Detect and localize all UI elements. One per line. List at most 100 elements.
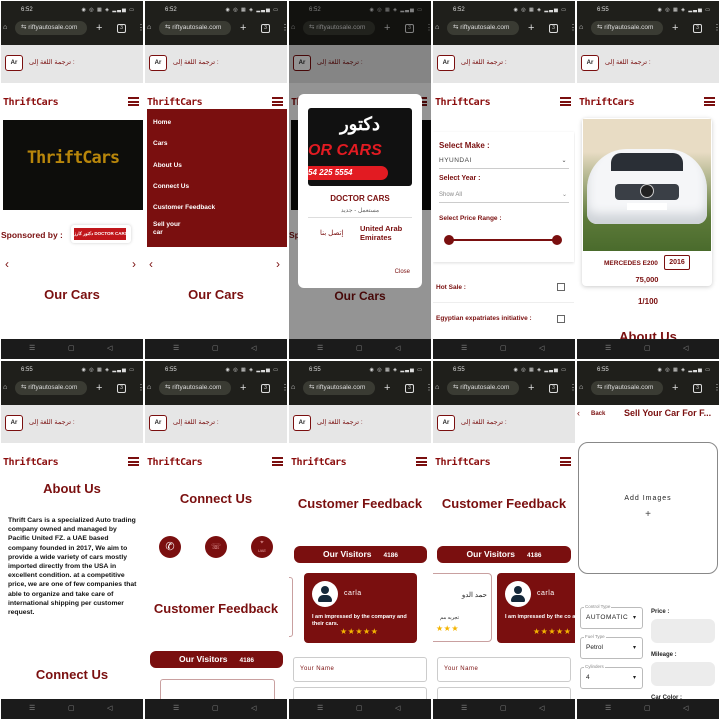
new-tab-icon[interactable]: + bbox=[384, 382, 390, 394]
sponsor-logo[interactable]: دكتور كارز DOCTOR CARS bbox=[71, 225, 131, 243]
price-range-max-handle[interactable] bbox=[552, 235, 562, 245]
home-button-icon[interactable]: ▢ bbox=[644, 344, 651, 352]
price-input[interactable] bbox=[651, 619, 715, 643]
modal-close-button[interactable]: Close bbox=[395, 269, 410, 275]
home-button-icon[interactable]: ▢ bbox=[68, 344, 75, 352]
back-button-icon[interactable]: ◁ bbox=[683, 704, 688, 712]
recent-apps-icon[interactable]: ☰ bbox=[461, 344, 467, 352]
location-icon[interactable]: ⌖ UAE bbox=[251, 536, 273, 558]
home-icon[interactable]: ⌂ bbox=[435, 24, 439, 31]
language-button[interactable]: Ar bbox=[437, 415, 455, 431]
nav-item-sell-your-car[interactable]: Sell your car bbox=[153, 221, 183, 237]
recent-apps-icon[interactable]: ☰ bbox=[461, 704, 467, 712]
hamburger-menu-icon[interactable] bbox=[272, 97, 283, 106]
feedback-card[interactable]: carla I am impressed by the co and their… bbox=[497, 573, 575, 643]
back-button-icon[interactable]: ◁ bbox=[107, 704, 112, 712]
site-logo[interactable]: ThriftCars bbox=[579, 97, 635, 108]
back-button-icon[interactable]: ◁ bbox=[251, 344, 256, 352]
url-bar[interactable]: ⇆ riftyautosale.com bbox=[591, 381, 663, 395]
site-logo[interactable]: ThriftCars bbox=[3, 97, 59, 108]
back-button-icon[interactable]: ◁ bbox=[251, 704, 256, 712]
tab-switcher-icon[interactable]: 3 bbox=[117, 384, 126, 393]
home-button-icon[interactable]: ▢ bbox=[212, 344, 219, 352]
more-menu-icon[interactable]: ⋮ bbox=[569, 23, 575, 32]
recent-apps-icon[interactable]: ☰ bbox=[605, 344, 611, 352]
language-button[interactable]: Ar bbox=[5, 55, 23, 71]
new-tab-icon[interactable]: + bbox=[240, 382, 246, 394]
tab-switcher-icon[interactable]: 3 bbox=[261, 24, 270, 33]
url-bar[interactable]: ⇆ riftyautosale.com bbox=[447, 381, 519, 395]
language-button[interactable]: Ar bbox=[149, 55, 167, 71]
back-button-icon[interactable]: ◁ bbox=[539, 344, 544, 352]
back-button[interactable]: Back bbox=[591, 411, 605, 417]
home-button-icon[interactable]: ▢ bbox=[500, 344, 507, 352]
url-bar[interactable]: ⇆ riftyautosale.com bbox=[15, 21, 87, 35]
cylinders-select[interactable]: Cylinders 4 ▾ bbox=[580, 664, 643, 689]
home-button-icon[interactable]: ▢ bbox=[500, 704, 507, 712]
add-images-dropzone[interactable]: Add Images + bbox=[578, 442, 718, 574]
mileage-input[interactable] bbox=[651, 662, 715, 686]
name-input[interactable]: Your Name bbox=[293, 657, 427, 682]
language-button[interactable]: Ar bbox=[437, 55, 455, 71]
nav-item-cars[interactable]: Cars bbox=[153, 140, 167, 147]
more-menu-icon[interactable]: ⋮ bbox=[425, 383, 431, 392]
new-tab-icon[interactable]: + bbox=[96, 22, 102, 34]
tab-switcher-icon[interactable]: 3 bbox=[117, 24, 126, 33]
url-bar[interactable]: ⇆ riftyautosale.com bbox=[159, 21, 231, 35]
new-tab-icon[interactable]: + bbox=[528, 22, 534, 34]
site-logo[interactable]: ThriftCars bbox=[435, 457, 491, 468]
new-tab-icon[interactable]: + bbox=[672, 22, 678, 34]
tab-switcher-icon[interactable]: 3 bbox=[693, 24, 702, 33]
more-menu-icon[interactable]: ⋮ bbox=[281, 383, 287, 392]
recent-apps-icon[interactable]: ☰ bbox=[173, 704, 179, 712]
phone-icon[interactable]: ☏ bbox=[205, 536, 227, 558]
home-icon[interactable]: ⌂ bbox=[435, 384, 439, 391]
more-menu-icon[interactable]: ⋮ bbox=[713, 383, 719, 392]
back-button-icon[interactable]: ◁ bbox=[107, 344, 112, 352]
more-menu-icon[interactable]: ⋮ bbox=[713, 23, 719, 32]
home-button-icon[interactable]: ▢ bbox=[212, 704, 219, 712]
select-year-dropdown[interactable]: Show All ⌄ bbox=[439, 188, 569, 203]
back-arrow-icon[interactable]: ‹ bbox=[577, 408, 580, 418]
url-bar[interactable]: ⇆ riftyautosale.com bbox=[159, 381, 231, 395]
more-menu-icon[interactable]: ⋮ bbox=[569, 383, 575, 392]
hamburger-menu-icon[interactable] bbox=[560, 97, 571, 106]
recent-apps-icon[interactable]: ☰ bbox=[605, 704, 611, 712]
url-bar[interactable]: ⇆ riftyautosale.com bbox=[15, 381, 87, 395]
new-tab-icon[interactable]: + bbox=[96, 382, 102, 394]
home-button-icon[interactable]: ▢ bbox=[356, 704, 363, 712]
site-logo[interactable]: ThriftCars bbox=[435, 97, 491, 108]
hot-sale-checkbox[interactable] bbox=[557, 283, 565, 291]
select-make-dropdown[interactable]: HYUNDAI ⌄ bbox=[439, 154, 569, 169]
feedback-card[interactable]: carla I am impressed by the company and … bbox=[304, 573, 417, 643]
name-input[interactable]: Your Name bbox=[437, 657, 571, 682]
home-button-icon[interactable]: ▢ bbox=[68, 704, 75, 712]
hamburger-menu-icon[interactable] bbox=[704, 97, 715, 106]
whatsapp-icon[interactable]: ✆ bbox=[159, 536, 181, 558]
hamburger-menu-icon[interactable] bbox=[128, 457, 139, 466]
nav-item-home[interactable]: Home bbox=[153, 119, 171, 126]
back-button-icon[interactable]: ◁ bbox=[683, 344, 688, 352]
home-icon[interactable]: ⌂ bbox=[3, 24, 7, 31]
more-menu-icon[interactable]: ⋮ bbox=[137, 383, 143, 392]
carousel-prev-button[interactable]: ‹ bbox=[149, 257, 153, 271]
tab-switcher-icon[interactable]: 3 bbox=[549, 384, 558, 393]
language-button[interactable]: Ar bbox=[5, 415, 23, 431]
language-button[interactable]: Ar bbox=[581, 55, 599, 71]
more-menu-icon[interactable]: ⋮ bbox=[137, 23, 143, 32]
tab-switcher-icon[interactable]: 3 bbox=[405, 384, 414, 393]
carousel-next-button[interactable]: › bbox=[132, 257, 136, 271]
home-icon[interactable]: ⌂ bbox=[579, 384, 583, 391]
carousel-prev-button[interactable]: ‹ bbox=[5, 257, 9, 271]
language-button[interactable]: Ar bbox=[293, 415, 311, 431]
recent-apps-icon[interactable]: ☰ bbox=[173, 344, 179, 352]
home-icon[interactable]: ⌂ bbox=[291, 384, 295, 391]
feedback-card-prev[interactable]: حمد الدو تجربه مم ★★★ bbox=[433, 573, 492, 642]
tab-switcher-icon[interactable]: 3 bbox=[549, 24, 558, 33]
more-menu-icon[interactable]: ⋮ bbox=[281, 23, 287, 32]
new-tab-icon[interactable]: + bbox=[528, 382, 534, 394]
new-tab-icon[interactable]: + bbox=[240, 22, 246, 34]
expat-initiative-checkbox[interactable] bbox=[557, 315, 565, 323]
site-logo[interactable]: ThriftCars bbox=[147, 457, 203, 468]
site-logo[interactable]: ThriftCars bbox=[291, 457, 347, 468]
